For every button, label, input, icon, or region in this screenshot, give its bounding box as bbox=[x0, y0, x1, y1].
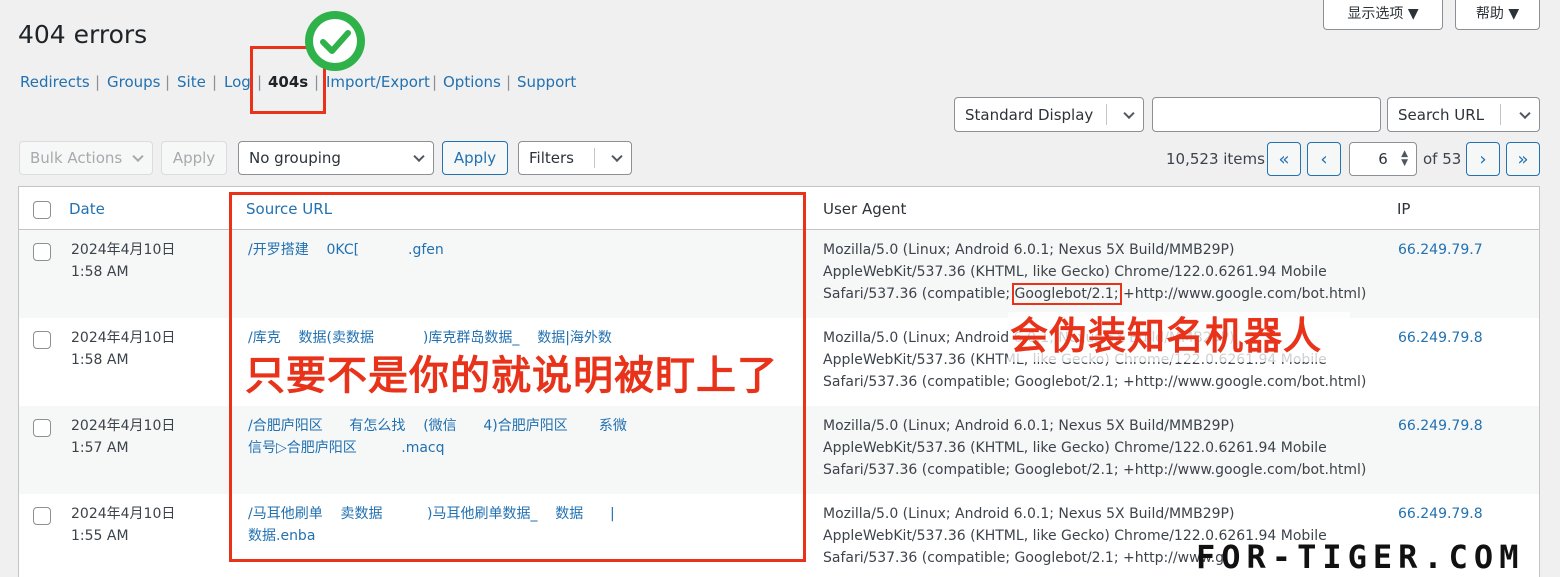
chevron-down-icon bbox=[1519, 107, 1531, 119]
help-button[interactable]: 帮助 ▼ bbox=[1455, 0, 1540, 30]
column-ip: IP bbox=[1397, 200, 1411, 218]
filters-button[interactable]: Filters bbox=[518, 141, 632, 175]
row-user-agent: Safari/537.36 (compatible; Googlebot/2.1… bbox=[823, 462, 1367, 478]
bulk-actions-select[interactable]: Bulk Actions bbox=[19, 141, 153, 175]
page-total: of 53 bbox=[1423, 150, 1462, 168]
annotation-source-url: 只要不是你的就说明被盯上了 bbox=[245, 353, 778, 399]
subnav-support[interactable]: Support bbox=[517, 73, 576, 91]
last-page-button[interactable]: » bbox=[1506, 142, 1540, 176]
row-date: 2024年4月10日 bbox=[71, 418, 176, 434]
row-checkbox[interactable] bbox=[33, 419, 51, 437]
check-icon bbox=[303, 9, 367, 73]
row-time: 1:57 AM bbox=[71, 440, 129, 456]
row-user-agent: AppleWebKit/537.36 (KHTML, like Gecko) C… bbox=[823, 264, 1327, 280]
column-date[interactable]: Date bbox=[69, 200, 105, 218]
row-ip[interactable]: 66.249.79.8 bbox=[1398, 327, 1483, 349]
row-date: 2024年4月10日 bbox=[71, 506, 176, 522]
current-page-input[interactable]: 6 ▲ ▼ bbox=[1349, 142, 1417, 176]
display-select[interactable]: Standard Display bbox=[954, 97, 1144, 132]
googlebot-highlight: Googlebot/2.1; bbox=[1011, 283, 1122, 305]
row-checkbox[interactable] bbox=[33, 243, 51, 261]
chevron-down-icon bbox=[132, 150, 144, 163]
subnav-separator: | bbox=[432, 73, 438, 91]
row-user-agent: Mozilla/5.0 (Linux; Android 6.0.1; Nexus… bbox=[823, 242, 1235, 258]
prev-page-button[interactable]: ‹ bbox=[1307, 142, 1341, 176]
subnav-separator: | bbox=[506, 73, 512, 91]
select-all-checkbox[interactable] bbox=[33, 201, 51, 219]
subnav-separator: | bbox=[95, 73, 101, 91]
subnav-options[interactable]: Options bbox=[443, 73, 501, 91]
row-user-agent: Mozilla/5.0 (Linux; Android 6.0.1; Nexus… bbox=[823, 506, 1235, 522]
row-time: 1:58 AM bbox=[71, 352, 129, 368]
subnav-import-export[interactable]: Import/Export bbox=[326, 73, 430, 91]
next-page-button[interactable]: › bbox=[1466, 142, 1500, 176]
row-date: 2024年4月10日 bbox=[71, 242, 176, 258]
row-ip[interactable]: 66.249.79.7 bbox=[1398, 239, 1483, 261]
select-separator bbox=[1106, 104, 1107, 125]
subnav-redirects[interactable]: Redirects bbox=[20, 73, 90, 91]
annotation-user-agent: 会伪装知名机器人 bbox=[1010, 314, 1323, 358]
subnav-separator: | bbox=[212, 73, 218, 91]
row-time: 1:55 AM bbox=[71, 528, 129, 544]
watermark: FOR-TIGER.COM bbox=[1196, 538, 1525, 576]
subnav-groups[interactable]: Groups bbox=[107, 73, 160, 91]
row-ip[interactable]: 66.249.79.8 bbox=[1398, 415, 1483, 437]
page-title: 404 errors bbox=[18, 20, 148, 49]
select-separator bbox=[594, 148, 595, 168]
items-count: 10,523 items bbox=[1166, 150, 1265, 168]
screen-options-button[interactable]: 显示选项 ▼ bbox=[1323, 0, 1443, 30]
row-time: 1:58 AM bbox=[71, 264, 129, 280]
row-date: 2024年4月10日 bbox=[71, 330, 176, 346]
row-user-agent: AppleWebKit/537.36 (KHTML, like Gecko) C… bbox=[823, 440, 1327, 456]
chevron-down-icon bbox=[1123, 107, 1135, 119]
first-page-button[interactable]: « bbox=[1267, 142, 1301, 176]
select-separator bbox=[1500, 104, 1501, 125]
row-user-agent: Mozilla/5.0 (Linux; Android 6.0.1; Nexus… bbox=[823, 418, 1235, 434]
subnav-log[interactable]: Log bbox=[224, 73, 251, 91]
search-input[interactable] bbox=[1152, 97, 1381, 132]
grouping-select[interactable]: No grouping bbox=[238, 141, 434, 175]
subnav-separator: | bbox=[165, 73, 171, 91]
row-user-agent: Safari/537.36 (compatible; Googlebot/2.1… bbox=[823, 283, 1367, 305]
row-ip[interactable]: 66.249.79.8 bbox=[1398, 503, 1483, 525]
row-checkbox[interactable] bbox=[33, 331, 51, 349]
subnav-site[interactable]: Site bbox=[177, 73, 206, 91]
row-user-agent: Safari/537.36 (compatible; Googlebot/2.1… bbox=[823, 550, 1225, 566]
chevron-down-icon bbox=[611, 150, 623, 163]
column-user-agent: User Agent bbox=[823, 200, 907, 218]
chevron-down-icon bbox=[413, 150, 425, 163]
row-checkbox[interactable] bbox=[33, 507, 51, 525]
spinner-icon: ▲ ▼ bbox=[1401, 149, 1408, 168]
row-user-agent: Safari/537.36 (compatible; Googlebot/2.1… bbox=[823, 374, 1367, 390]
bulk-apply-button[interactable]: Apply bbox=[161, 141, 227, 175]
apply-button[interactable]: Apply bbox=[442, 141, 508, 175]
search-url-select[interactable]: Search URL bbox=[1387, 97, 1540, 132]
